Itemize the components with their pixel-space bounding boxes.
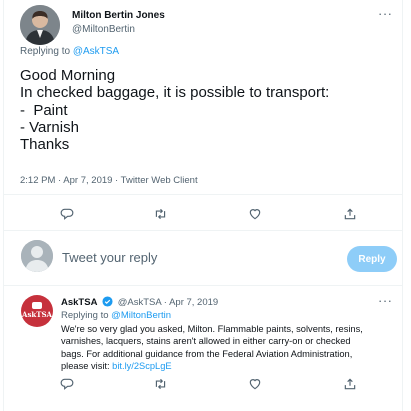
divider (4, 285, 402, 286)
reply-handle-time[interactable]: @AskTSA · Apr 7, 2019 (118, 297, 218, 308)
verified-badge-icon (102, 296, 113, 310)
tweet-text-line: - Paint (20, 101, 68, 119)
tweet-thread: Milton Bertin Jones @MiltonBertin ··· Re… (3, 0, 403, 411)
author-avatar[interactable] (20, 5, 60, 45)
retweet-icon[interactable] (150, 205, 170, 223)
replying-to-link[interactable]: @MiltonBertin (111, 310, 171, 321)
divider (4, 194, 402, 195)
more-options-icon[interactable]: ··· (378, 6, 393, 21)
chat-bubble-icon (32, 302, 42, 309)
reply-text: We're so very glad you asked, Milton. Fl… (61, 323, 401, 373)
like-icon[interactable] (245, 375, 265, 393)
retweet-icon[interactable] (150, 375, 170, 393)
more-options-icon[interactable]: ··· (378, 293, 393, 308)
reply-input[interactable]: Tweet your reply (62, 250, 157, 265)
reply-text-prefix: please visit: (61, 361, 110, 372)
tweet-text-line: Good Morning (20, 67, 116, 84)
tweet-text-line: - Varnish (20, 118, 79, 136)
tweet-text: Good Morning In checked baggage, it is p… (20, 67, 329, 153)
replying-to-prefix: Replying to (20, 46, 71, 57)
author-handle[interactable]: @MiltonBertin (72, 24, 135, 35)
reply-text-line: varnishes, lacquers, stains aren't allow… (61, 336, 351, 347)
current-user-avatar[interactable] (21, 240, 53, 272)
reply-text-line: please visit: bit.ly/2ScpLgE (61, 360, 401, 372)
tweet-timestamp-source[interactable]: 2:12 PM · Apr 7, 2019 · Twitter Web Clie… (20, 175, 198, 186)
reply-header: AskTSA @AskTSA · Apr 7, 2019 (61, 296, 218, 310)
reply-text-line: bags. For additional guidance from the F… (61, 348, 353, 359)
replying-to-line: Replying to @AskTSA (20, 46, 119, 57)
replying-to-link[interactable]: @AskTSA (73, 46, 119, 57)
reply-text-line: We're so very glad you asked, Milton. Fl… (61, 324, 363, 334)
avatar-logo-text: AskTSA (22, 310, 52, 319)
divider (4, 230, 402, 231)
reply-link[interactable]: bit.ly/2ScpLgE (112, 361, 171, 371)
tweet-text-line: In checked baggage, it is possible to tr… (20, 84, 330, 102)
reply-icon[interactable] (57, 375, 77, 393)
reply-button[interactable]: Reply (347, 246, 397, 272)
replying-to-prefix: Replying to (61, 310, 109, 321)
tweet-text-line: Thanks (20, 136, 70, 154)
replying-to-line: Replying to @MiltonBertin (61, 310, 171, 321)
share-icon[interactable] (340, 375, 360, 393)
reply-author-name[interactable]: AskTSA (61, 297, 97, 308)
share-icon[interactable] (340, 205, 360, 223)
reply-icon[interactable] (57, 205, 77, 223)
asktsa-avatar[interactable]: AskTSA (21, 295, 53, 327)
like-icon[interactable] (245, 205, 265, 223)
author-display-name[interactable]: Milton Bertin Jones (72, 10, 165, 21)
